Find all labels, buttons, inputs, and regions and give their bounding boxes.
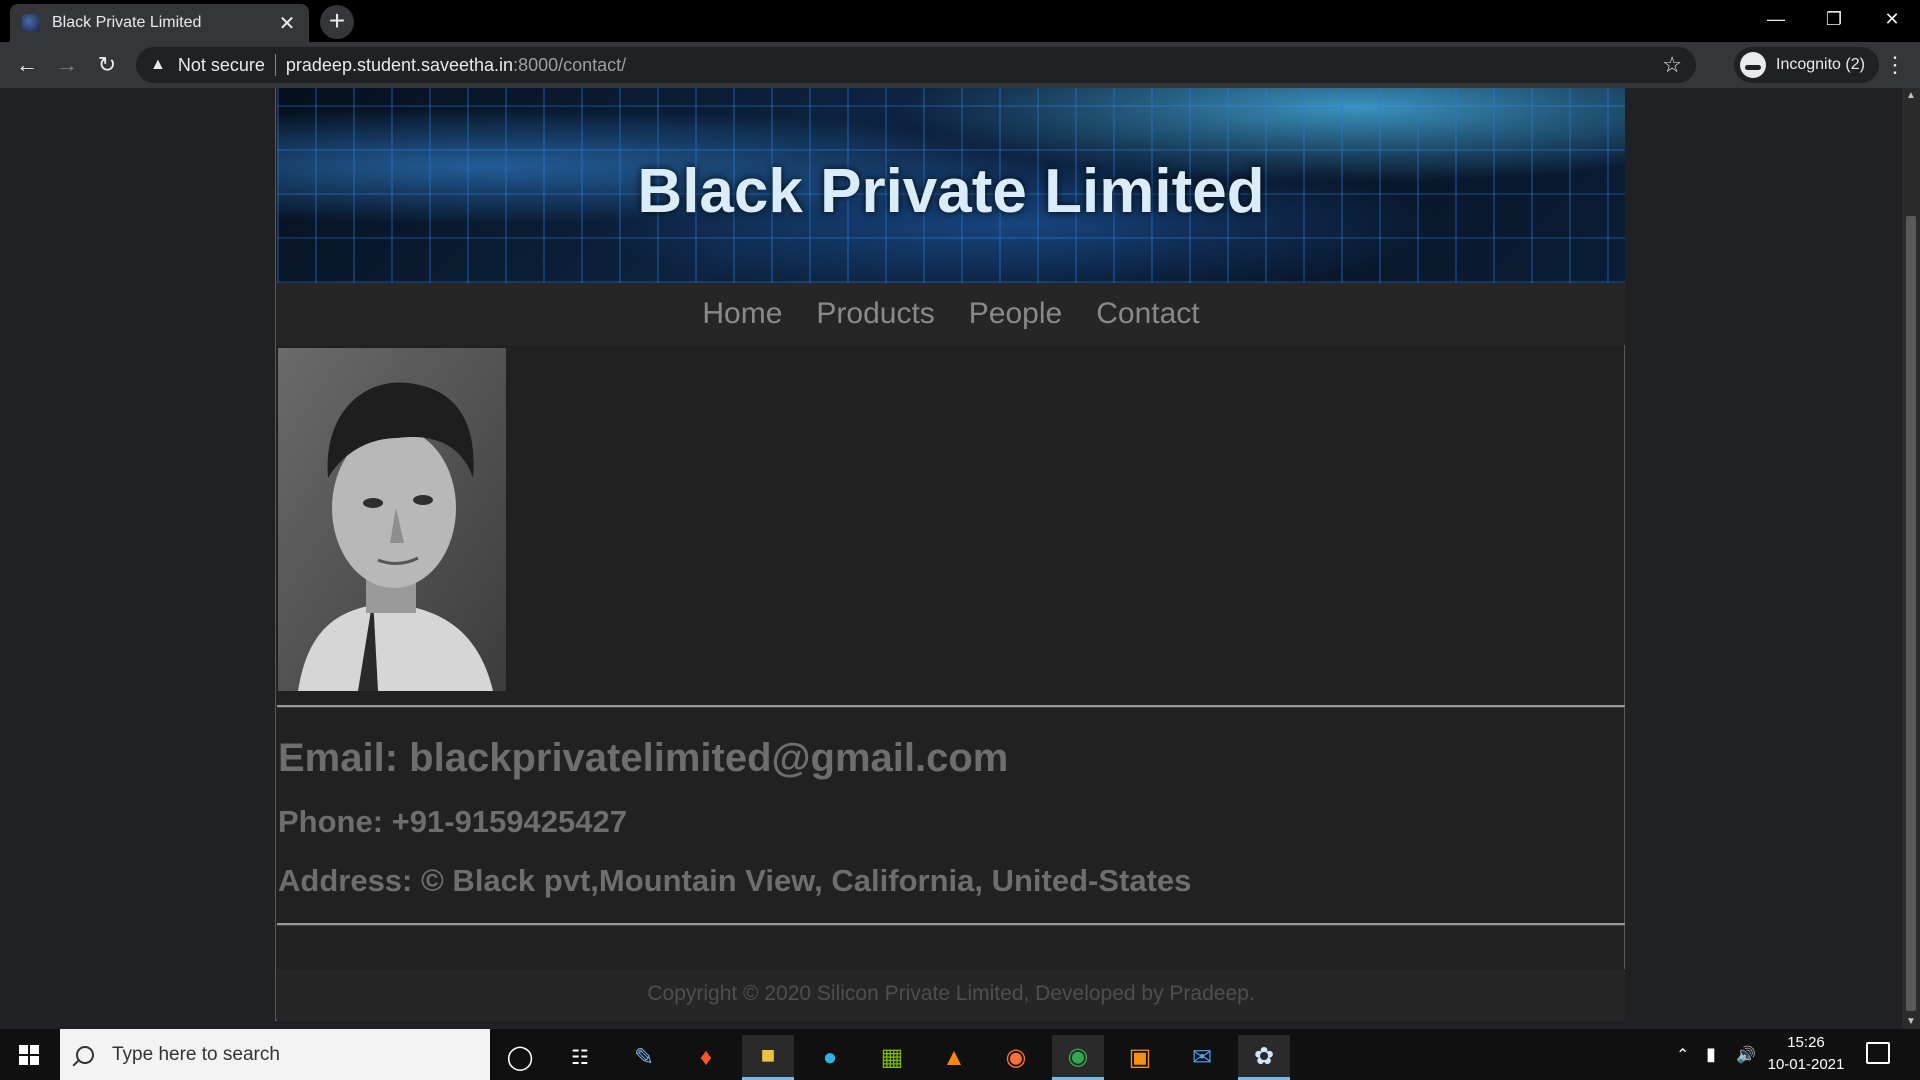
site-footer: Copyright © 2020 Silicon Private Limited… <box>277 969 1625 1021</box>
contact-email: Email: blackprivatelimited@gmail.com <box>278 736 1009 780</box>
header-banner: Black Private Limited <box>277 88 1625 283</box>
forward-icon[interactable]: → <box>50 48 84 82</box>
start-button[interactable] <box>0 1029 58 1080</box>
system-clock[interactable]: 15:26 10-01-2021 <box>1764 1032 1848 1076</box>
page-container: Black Private Limited Home Products Peop… <box>275 88 1625 1021</box>
close-window-icon[interactable]: ✕ <box>1864 0 1920 40</box>
edge-icon[interactable]: ● <box>804 1035 856 1080</box>
restore-icon[interactable]: ❐ <box>1806 0 1862 40</box>
nav-link-home[interactable]: Home <box>702 297 782 331</box>
scroll-up-icon[interactable]: ▲ <box>1906 90 1916 101</box>
cortana-icon[interactable]: ◯ <box>494 1035 546 1080</box>
scroll-down-icon[interactable]: ▼ <box>1906 1016 1916 1027</box>
incognito-label: Incognito (2) <box>1776 56 1865 73</box>
profile-photo <box>278 348 506 691</box>
contact-address: Address: © Black pvt,Mountain View, Cali… <box>278 863 1192 898</box>
page-scrollbar[interactable]: ▲ ▼ <box>1902 88 1920 1029</box>
main-nav: Home Products People Contact <box>277 283 1625 345</box>
address-bar[interactable]: ▲ Not secure pradeep.student.saveetha.in… <box>136 47 1696 83</box>
security-label[interactable]: Not secure <box>178 55 265 76</box>
contact-phone: Phone: +91-9159425427 <box>278 804 627 839</box>
paint-icon[interactable]: ✿ <box>1238 1035 1290 1080</box>
tab-title: Black Private Limited <box>52 14 202 31</box>
divider-top <box>277 705 1625 708</box>
star-icon[interactable]: ☆ <box>1662 52 1682 78</box>
brave-icon[interactable]: ♦ <box>680 1035 732 1080</box>
store-icon[interactable]: ▦ <box>866 1035 918 1080</box>
clock-time: 15:26 <box>1787 1034 1825 1051</box>
tray-chevron-icon[interactable]: ⌃ <box>1676 1029 1689 1080</box>
url-host: pradeep.student.saveetha.in <box>285 54 514 75</box>
search-icon <box>76 1045 94 1064</box>
browser-titlebar: Black Private Limited ✕ + — ❐ ✕ <box>0 0 1920 42</box>
divider-bottom <box>277 923 1625 926</box>
chrome-icon[interactable]: ◉ <box>1052 1035 1104 1080</box>
incognito-badge[interactable]: Incognito (2) <box>1734 47 1879 83</box>
url-path: :8000/contact/ <box>513 54 627 75</box>
site-title: Black Private Limited <box>637 157 1265 226</box>
menu-icon[interactable]: ⋮ <box>1880 48 1910 82</box>
firefox-icon[interactable]: ◉ <box>990 1035 1042 1080</box>
warning-icon: ▲ <box>150 56 166 73</box>
app-f-icon[interactable]: ▣ <box>1114 1035 1166 1080</box>
browser-tab[interactable]: Black Private Limited ✕ <box>10 4 309 42</box>
mail-icon[interactable]: ✉ <box>1176 1035 1228 1080</box>
search-placeholder: Type here to search <box>112 1043 280 1065</box>
scroll-thumb[interactable] <box>1906 216 1916 1011</box>
file-explorer-icon[interactable]: ■ <box>742 1035 794 1080</box>
back-icon[interactable]: ← <box>10 48 44 82</box>
incognito-icon <box>1740 52 1766 78</box>
windows-logo-icon <box>19 1044 39 1065</box>
notification-icon[interactable] <box>1866 1042 1890 1064</box>
nav-link-products[interactable]: Products <box>816 297 934 331</box>
page-viewport: Black Private Limited Home Products Peop… <box>0 88 1920 1029</box>
site-favicon-icon <box>22 14 40 32</box>
notepad-icon[interactable]: ✎ <box>618 1035 670 1080</box>
reload-icon[interactable]: ↻ <box>90 48 124 82</box>
new-tab-button[interactable]: + <box>320 5 354 39</box>
vlc-icon[interactable]: ▲ <box>928 1035 980 1080</box>
battery-icon[interactable]: ▮ <box>1706 1029 1716 1080</box>
nav-link-people[interactable]: People <box>969 297 1062 331</box>
taskbar-search[interactable]: Type here to search <box>60 1029 490 1080</box>
tab-close-icon[interactable]: ✕ <box>277 11 297 36</box>
task-view-icon[interactable]: ☷ <box>554 1035 606 1080</box>
windows-taskbar: Type here to search ◯ ☷ ✎ ♦ ■ ● ▦ ▲ ◉ ◉ … <box>0 1029 1920 1080</box>
browser-toolbar: ← → ↻ ▲ Not secure pradeep.student.savee… <box>0 42 1920 88</box>
address-separator <box>274 54 276 76</box>
minimize-icon[interactable]: — <box>1748 0 1804 40</box>
clock-date: 10-01-2021 <box>1767 1056 1845 1073</box>
nav-link-contact[interactable]: Contact <box>1096 297 1199 331</box>
volume-icon[interactable]: 🔊 <box>1736 1029 1756 1080</box>
